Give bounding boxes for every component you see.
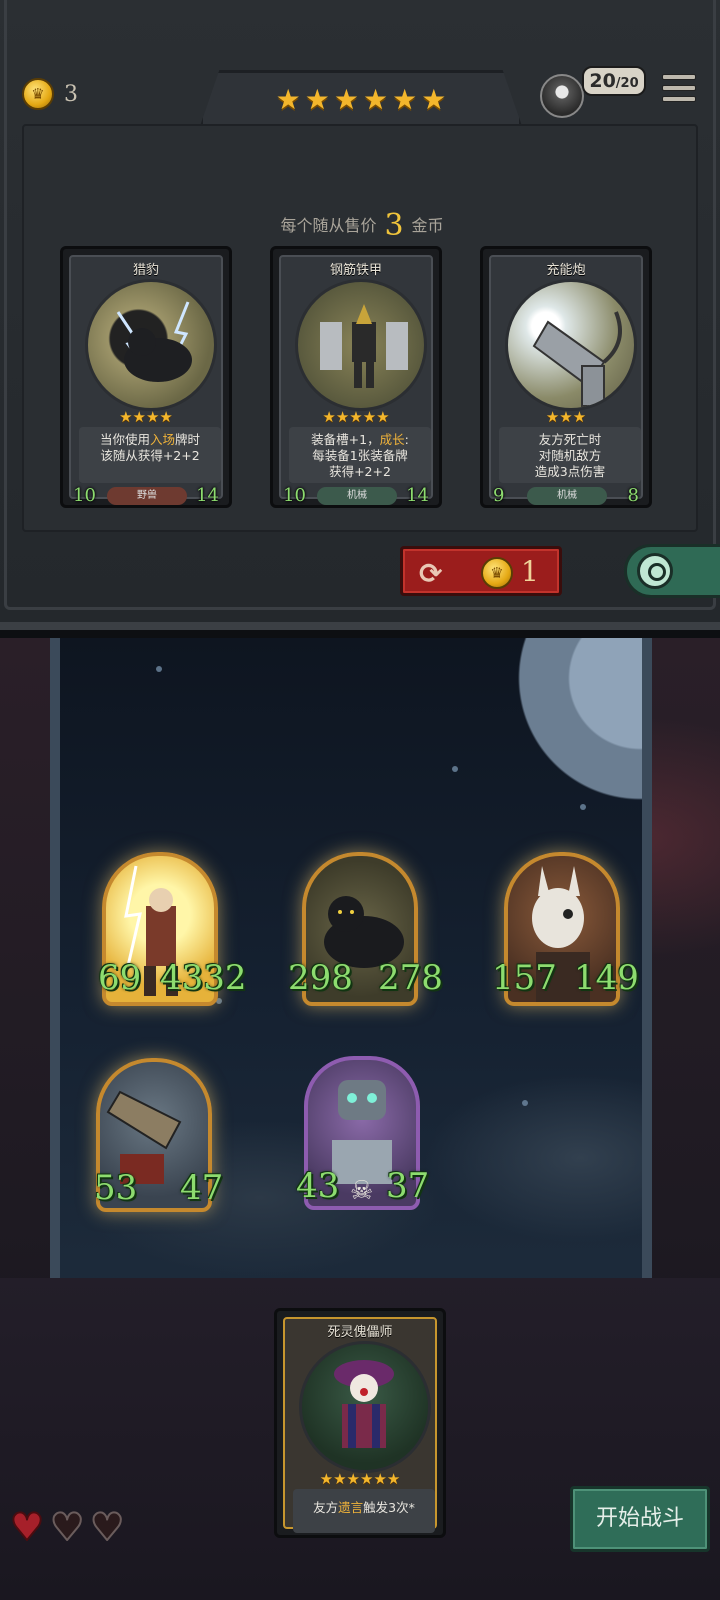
cheetah-art	[85, 279, 217, 411]
player-health-current: 20	[589, 70, 616, 92]
card-name: 死灵傀儡师	[327, 1325, 393, 1340]
star-icon: ★	[421, 82, 447, 116]
card-attack: 10	[279, 483, 306, 509]
star-icon: ★	[333, 82, 359, 116]
lives: ♥ ♥ ♥	[9, 1505, 125, 1549]
gold-coin-icon: ♛	[22, 78, 54, 110]
card-health: 8	[623, 483, 651, 509]
sell-price-text: 每个随从售价 3 金币	[24, 208, 700, 243]
star-icon: ★	[363, 82, 389, 116]
charge-cannon-art	[505, 279, 637, 411]
start-battle-button[interactable]: 开始战斗	[570, 1486, 710, 1552]
shop-card-cheetah[interactable]: 猎豹 ★★★★ 当你使用入场牌时 该随从获得+2+2 10 野兽 14	[60, 246, 232, 509]
battlefield: 69 4332 298 278 157 149 53 47 43 37 ☠ ♥ …	[0, 638, 720, 1600]
unit-health: 47	[180, 1168, 225, 1212]
tavern-tier-stars: ★ ★ ★ ★ ★ ★	[200, 70, 522, 126]
unit-health: 278	[378, 958, 443, 1002]
card-stars: ★★★★	[119, 408, 173, 426]
heart-icon: ♥	[89, 1505, 125, 1549]
card-stars: ★★★★★	[322, 408, 390, 426]
skull-icon: ☠	[350, 1176, 374, 1206]
shop-panel: ♛ 3 ★ ★ ★ ★ ★ ★ 20/20 每个随从售价 3 金币 猎豹 ★★★…	[0, 0, 720, 630]
card-name: 钢筋铁甲	[329, 263, 382, 278]
player-health-max: /20	[615, 76, 639, 91]
reroll-cost: 1	[521, 555, 539, 588]
card-attack: 10	[69, 483, 96, 509]
menu-icon[interactable]	[662, 74, 696, 106]
card-name: 猎豹	[132, 263, 159, 278]
card-attack: 9	[488, 483, 516, 509]
unit-health: 37	[386, 1166, 431, 1210]
star-icon: ★	[275, 82, 301, 116]
reroll-button[interactable]: ⟳ ♛ 1	[400, 546, 562, 596]
steel-armor-art	[295, 279, 427, 411]
search-button[interactable]	[624, 544, 720, 598]
sell-suffix: 金币	[411, 216, 444, 235]
card-description: 友方死亡时 对随机敌方 造成3点伤害	[499, 427, 641, 483]
unit-attack: 43	[296, 1166, 343, 1210]
sell-price: 3	[384, 208, 404, 243]
gold-coin-icon: ♛	[481, 557, 513, 589]
unit-health: 149	[574, 958, 639, 1002]
tribe-badge: 野兽	[107, 487, 187, 505]
shop-area: 每个随从售价 3 金币 猎豹 ★★★★ 当你使用入场牌时 该随从获得+2+2 10 …	[22, 124, 698, 532]
star-icon: ★	[304, 82, 330, 116]
player-avatar[interactable]	[540, 74, 584, 118]
unit-attack: 53	[94, 1168, 141, 1212]
player-health: 20/20	[582, 66, 646, 96]
unit-attack: 69	[98, 958, 145, 1002]
gold-count: 3	[64, 82, 78, 107]
top-bar: ♛ 3 ★ ★ ★ ★ ★ ★ 20/20	[0, 62, 720, 126]
magnifier-icon	[637, 553, 673, 589]
card-description: 装备槽+1，成长: 每装备1张装备牌 获得+2+2	[289, 427, 431, 483]
card-health: 14	[402, 483, 429, 509]
unit-attack: 157	[492, 958, 557, 1002]
shop-card-steel-armor[interactable]: 钢筋铁甲 ★★★★★ 装备槽+1，成长: 每装备1张装备牌 获得+2+2 10 …	[270, 246, 442, 509]
sell-prefix: 每个随从售价	[280, 216, 377, 235]
refresh-icon: ⟳	[419, 557, 443, 590]
card-stars: ★★★★★★	[319, 1470, 401, 1488]
card-health: 14	[192, 483, 219, 509]
card-stars: ★★★	[545, 408, 587, 426]
board-window: 69 4332 298 278 157 149 53 47 43 37 ☠	[50, 638, 652, 1308]
unit-attack: 298	[288, 958, 353, 1002]
tribe-badge: 机械	[527, 487, 607, 505]
hand-card-necro-puppeteer[interactable]: 死灵傀儡师 ★★★★★★ 友方遗言触发3次*	[274, 1308, 446, 1538]
heart-icon: ♥	[49, 1505, 85, 1549]
card-description: 当你使用入场牌时 该随从获得+2+2	[79, 427, 221, 483]
unit-health: 4332	[160, 958, 247, 1002]
card-description: 友方遗言触发3次*	[293, 1489, 435, 1533]
necro-puppeteer-art	[299, 1341, 431, 1473]
shop-card-charge-cannon[interactable]: 充能炮 ★★★ 友方死亡时 对随机敌方 造成3点伤害 9 机械 8	[480, 246, 652, 509]
star-icon: ★	[392, 82, 418, 116]
heart-icon: ♥	[9, 1505, 45, 1549]
card-name: 充能炮	[546, 263, 586, 278]
tribe-badge: 机械	[317, 487, 397, 505]
